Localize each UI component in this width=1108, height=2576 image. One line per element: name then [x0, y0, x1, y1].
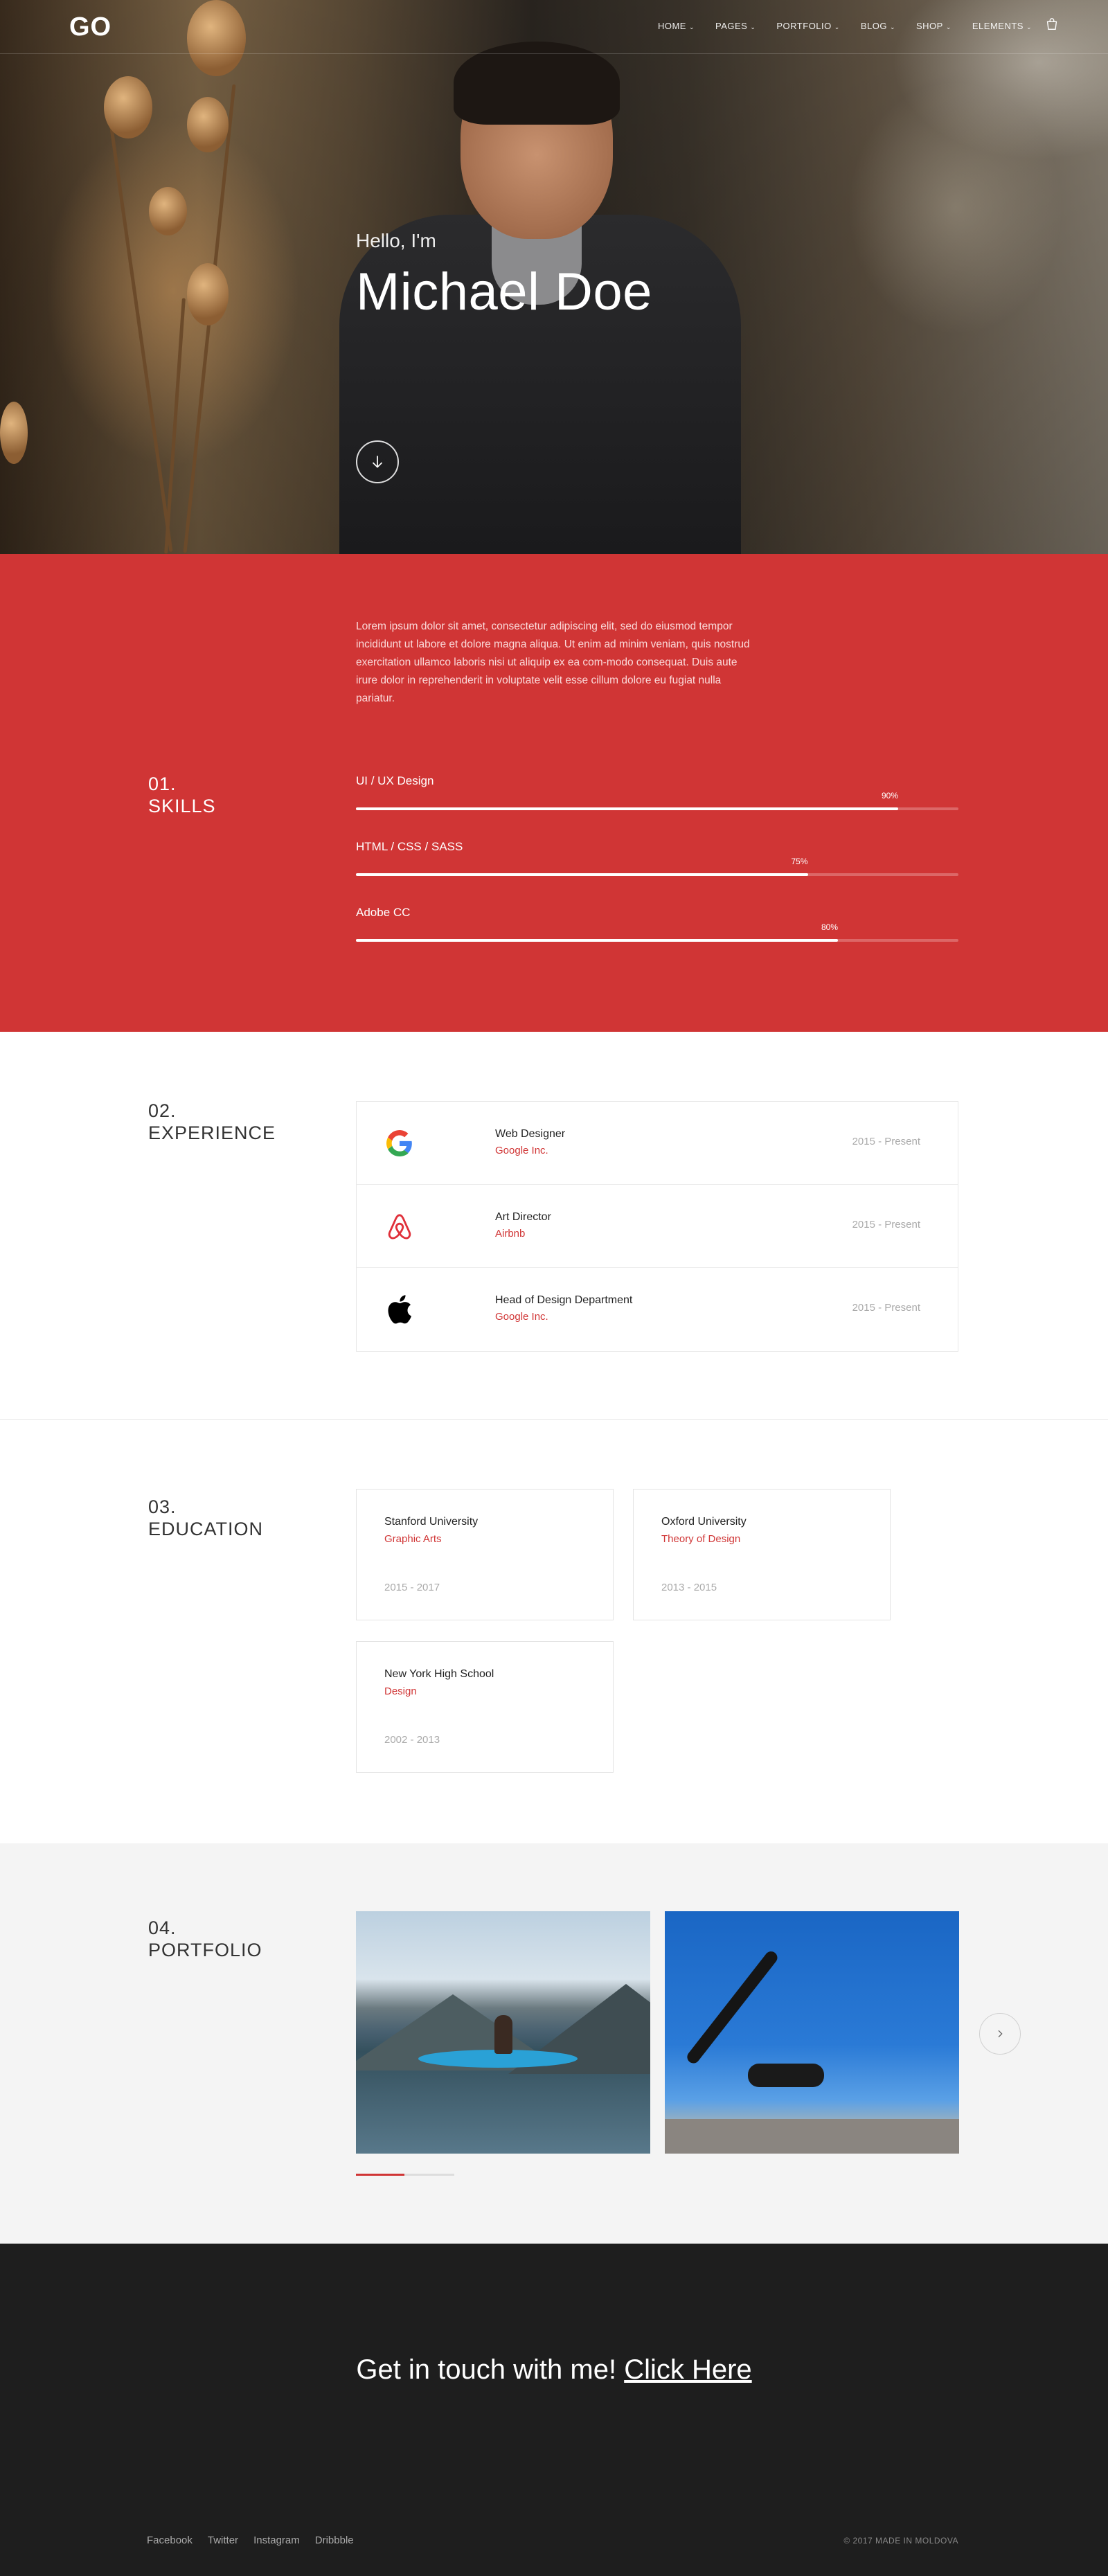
- education-card: New York High School Design 2002 - 2013: [356, 1641, 614, 1773]
- chevron-down-icon: ⌄: [834, 24, 840, 30]
- progress-percent: 80%: [821, 922, 838, 932]
- social-link-twitter[interactable]: Twitter: [208, 2534, 238, 2546]
- list-item: Head of Design Department Google Inc. 20…: [357, 1268, 958, 1351]
- chevron-down-icon: ⌄: [889, 24, 895, 30]
- progress-track: [356, 939, 958, 942]
- carousel-progress: [356, 2174, 454, 2176]
- list-item: Web Designer Google Inc. 2015 - Present: [357, 1102, 958, 1185]
- carousel-next-button[interactable]: [979, 2013, 1021, 2055]
- site-logo[interactable]: GO: [69, 12, 111, 42]
- section-heading: 02. EXPERIENCE: [148, 1100, 276, 1143]
- list-item: Art Director Airbnb 2015 - Present: [357, 1185, 958, 1268]
- chevron-down-icon: ⌄: [1026, 24, 1032, 30]
- nav-item-portfolio[interactable]: PORTFOLIO ⌄: [776, 21, 839, 31]
- section-heading: 03. EDUCATION: [148, 1496, 264, 1539]
- education-card: Stanford University Graphic Arts 2015 - …: [356, 1489, 614, 1620]
- hero-section: GO HOME ⌄ PAGES ⌄ PORTFOLIO ⌄ BLOG ⌄ SHOP ⌄ E…: [0, 0, 1108, 554]
- chevron-down-icon: ⌄: [750, 24, 756, 30]
- copyright: © 2017 MADE IN MOLDOVA: [843, 2536, 958, 2546]
- social-link-instagram[interactable]: Instagram: [253, 2534, 300, 2546]
- footer: Get in touch with me! Click Here Faceboo…: [0, 2244, 1108, 2576]
- social-link-dribbble[interactable]: Dribbble: [315, 2534, 354, 2546]
- google-icon: [384, 1128, 415, 1159]
- experience-list: Web Designer Google Inc. 2015 - Present …: [356, 1101, 958, 1352]
- apple-icon: [384, 1294, 415, 1325]
- skill-bar: Adobe CC 80%: [356, 906, 958, 942]
- chevron-down-icon: ⌄: [688, 24, 695, 30]
- shopping-bag-icon[interactable]: [1044, 17, 1061, 33]
- skill-bar: UI / UX Design 90%: [356, 774, 958, 810]
- chevron-down-icon: ⌄: [945, 24, 951, 30]
- progress-fill: [356, 873, 808, 876]
- progress-fill: [356, 939, 838, 942]
- education-card: Oxford University Theory of Design 2013 …: [633, 1489, 891, 1620]
- nav-item-elements[interactable]: ELEMENTS ⌄: [972, 21, 1032, 31]
- carousel-progress-active: [356, 2174, 404, 2176]
- social-links: Facebook Twitter Instagram Dribbble: [147, 2534, 354, 2546]
- portfolio-image-kayak[interactable]: [356, 1911, 650, 2154]
- scroll-down-button[interactable]: [356, 440, 399, 483]
- section-heading: 01. SKILLS: [148, 773, 216, 816]
- portfolio-section: 04. PORTFOLIO: [0, 1843, 1108, 2244]
- main-menu: HOME ⌄ PAGES ⌄ PORTFOLIO ⌄ BLOG ⌄ SHOP ⌄ ELEM…: [658, 21, 1032, 31]
- top-navigation: GO HOME ⌄ PAGES ⌄ PORTFOLIO ⌄ BLOG ⌄ SHOP ⌄ E…: [0, 0, 1108, 54]
- section-heading: 04. PORTFOLIO: [148, 1917, 262, 1960]
- portfolio-image-yoga[interactable]: [665, 1911, 959, 2154]
- airbnb-icon: [384, 1211, 415, 1242]
- experience-section: 02. EXPERIENCE Web Designer Google Inc. …: [0, 1032, 1108, 1420]
- skill-bar: HTML / CSS / SASS 75%: [356, 840, 958, 876]
- chevron-right-icon: [998, 2030, 1003, 2038]
- contact-cta: Get in touch with me! Click Here: [356, 2354, 752, 2385]
- nav-item-shop[interactable]: SHOP ⌄: [916, 21, 951, 31]
- nav-item-blog[interactable]: BLOG ⌄: [861, 21, 895, 31]
- progress-percent: 90%: [881, 791, 898, 800]
- progress-track: [356, 807, 958, 810]
- progress-fill: [356, 807, 898, 810]
- social-link-facebook[interactable]: Facebook: [147, 2534, 193, 2546]
- hero-name: Michael Doe: [356, 262, 652, 321]
- hero-greeting: Hello, I'm: [356, 230, 436, 251]
- progress-percent: 75%: [791, 857, 808, 866]
- education-section: 03. EDUCATION Stanford University Graphi…: [0, 1420, 1108, 1843]
- intro-paragraph: Lorem ipsum dolor sit amet, consectetur …: [356, 620, 750, 704]
- progress-track: [356, 873, 958, 876]
- hero-text: Hello, I'm Michael Doe: [356, 230, 652, 322]
- skills-section: Lorem ipsum dolor sit amet, consectetur …: [0, 554, 1108, 1032]
- nav-item-home[interactable]: HOME ⌄: [658, 21, 695, 31]
- nav-item-pages[interactable]: PAGES ⌄: [715, 21, 756, 31]
- contact-link[interactable]: Click Here: [624, 2354, 751, 2385]
- arrow-down-icon: [372, 456, 383, 468]
